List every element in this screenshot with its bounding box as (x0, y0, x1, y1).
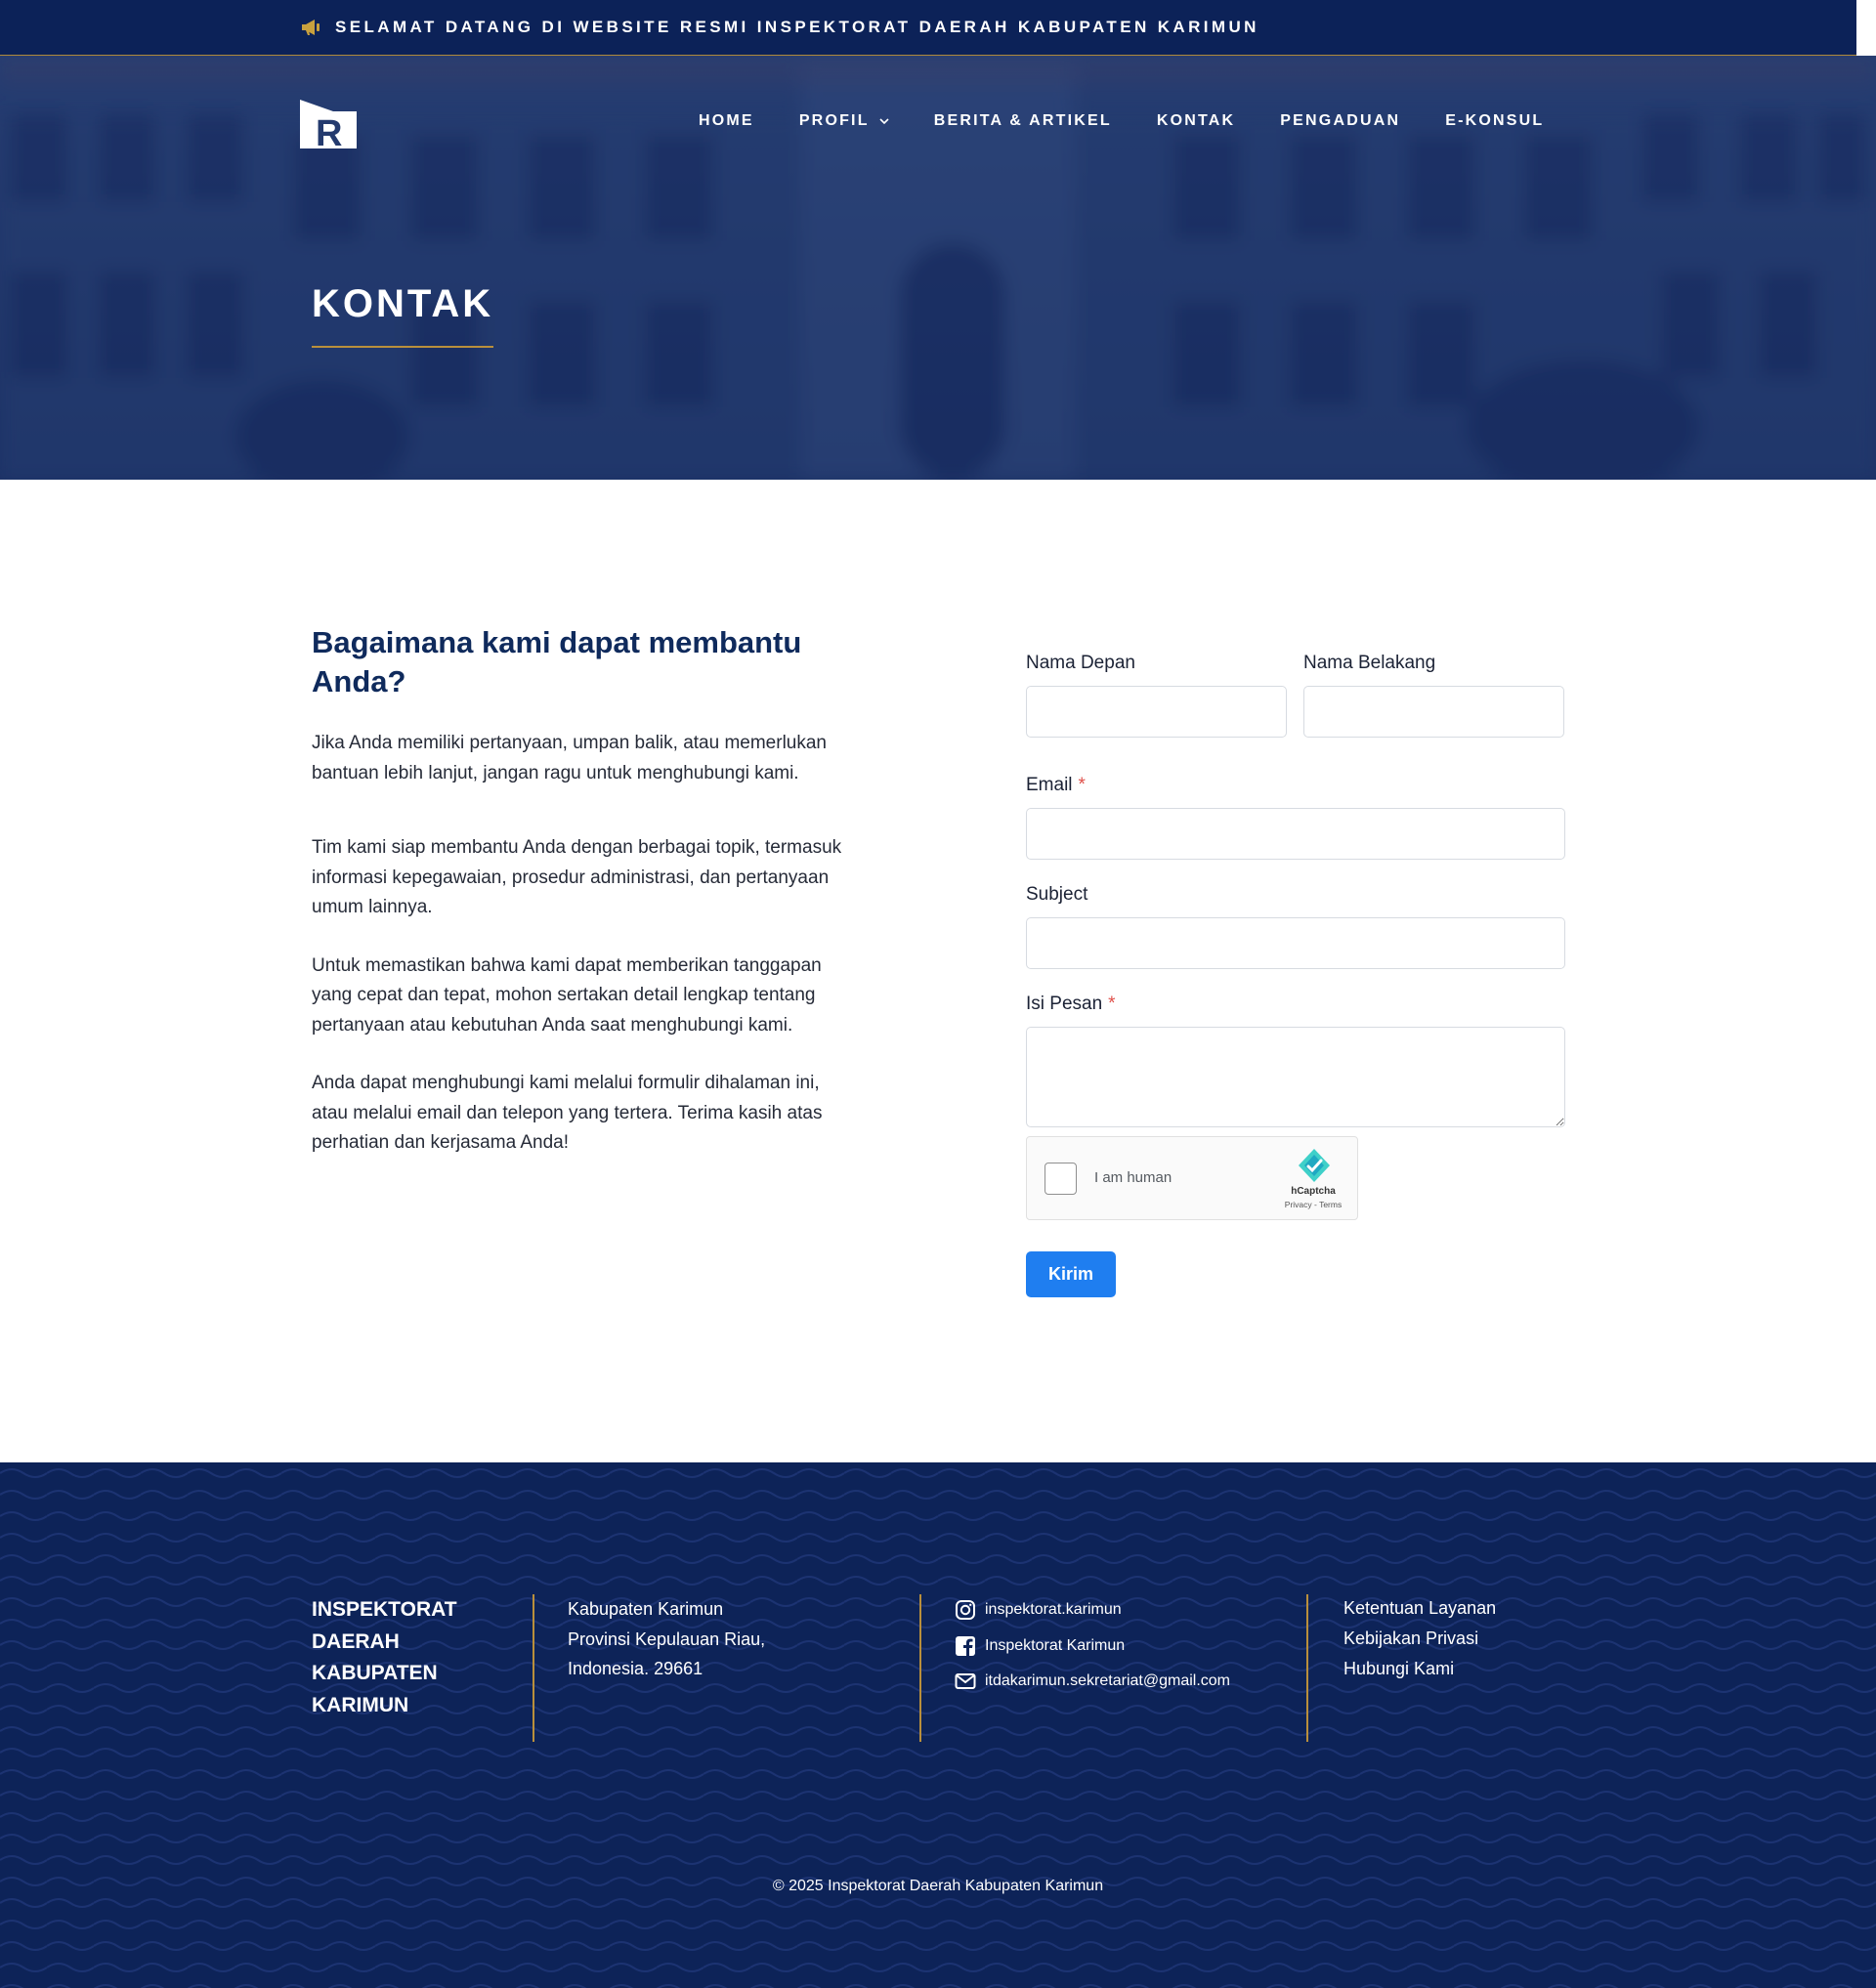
nav-e-konsul[interactable]: E-KONSUL (1445, 112, 1544, 130)
contact-form: Nama Depan Nama Belakang Email * Subject … (1026, 653, 1565, 1127)
first-name-group: Nama Depan (1026, 653, 1287, 738)
instagram-icon (956, 1600, 975, 1621)
captcha-brand: hCaptcha (1291, 1186, 1336, 1197)
nav-home-label: HOME (699, 112, 754, 129)
email-field[interactable] (1026, 808, 1565, 860)
announcement-bar: SELAMAT DATANG DI WEBSITE RESMI INSPEKTO… (0, 0, 1856, 56)
main-navigation: HOME PROFIL BERITA & ARTIKEL KONTAK PENG… (699, 112, 1544, 130)
footer-divider (919, 1594, 921, 1742)
subject-field[interactable] (1026, 917, 1565, 969)
footer-divider (533, 1594, 534, 1742)
email-group: Email * (1026, 775, 1565, 860)
nav-profil-label: PROFIL (798, 112, 870, 129)
facebook-link[interactable]: Inspektorat Karimun (955, 1628, 1230, 1665)
site-footer: INSPEKTORAT DAERAH KABUPATEN KARIMUN Kab… (0, 1462, 1876, 1988)
message-label: Isi Pesan * (1026, 994, 1565, 1027)
captcha-privacy-terms[interactable]: Privacy - Terms (1275, 1200, 1351, 1209)
footer-address: Kabupaten Karimun Provinsi Kepulauan Ria… (568, 1594, 765, 1684)
intro-paragraph: Anda dapat menghubungi kami melalui form… (312, 1073, 823, 1153)
captcha-label: I am human (1094, 1169, 1172, 1186)
footer-link-contact[interactable]: Hubungi Kami (1343, 1654, 1496, 1684)
address-line: Provinsi Kepulauan Riau, (568, 1628, 766, 1649)
intro-section: Bagaimana kami dapat membantu Anda? Jika… (312, 623, 859, 1159)
footer-divider (1306, 1594, 1308, 1742)
copyright-text: © 2025 Inspektorat Daerah Kabupaten Kari… (772, 1878, 1104, 1894)
page-title: KONTAK (312, 282, 494, 325)
nav-berita-label: BERITA & ARTIKEL (933, 112, 1112, 129)
intro-paragraph: Jika Anda memiliki pertanyaan, umpan bal… (312, 733, 827, 783)
email-label: Email * (1026, 775, 1565, 808)
footer-wave-pattern (0, 1462, 1876, 1988)
message-label-text: Isi Pesan (1026, 994, 1103, 1014)
nav-pengaduan-label: PENGADUAN (1280, 112, 1401, 129)
last-name-label: Nama Belakang (1303, 653, 1436, 673)
site-logo[interactable]: R (300, 100, 357, 148)
footer-org-name: INSPEKTORAT DAERAH KABUPATEN KARIMUN (312, 1598, 457, 1716)
nav-berita-artikel[interactable]: BERITA & ARTIKEL (934, 112, 1112, 130)
email-address-label: itdakarimun.sekretariat@gmail.com (985, 1672, 1230, 1690)
hero-section: R HOME PROFIL BERITA & ARTIKEL KONTAK PE… (0, 56, 1876, 480)
first-name-label: Nama Depan (1026, 653, 1135, 673)
nav-pengaduan[interactable]: PENGADUAN (1280, 112, 1400, 130)
address-line: Kabupaten Karimun (568, 1599, 724, 1619)
subject-group: Subject (1026, 884, 1565, 969)
intro-heading: Bagaimana kami dapat membantu Anda? (312, 625, 802, 698)
title-underline (312, 346, 493, 348)
hcaptcha-logo-icon (1299, 1149, 1330, 1182)
intro-paragraph: Tim kami siap membantu Anda dengan berba… (312, 837, 842, 917)
required-mark: * (1078, 775, 1086, 795)
last-name-group: Nama Belakang (1303, 653, 1564, 738)
facebook-label: Inspektorat Karimun (985, 1636, 1126, 1654)
submit-button[interactable]: Kirim (1026, 1251, 1116, 1297)
footer-social-links: inspektorat.karimun Inspektorat Karimun … (955, 1592, 1230, 1700)
nav-e-konsul-label: E-KONSUL (1445, 112, 1545, 129)
first-name-field[interactable] (1026, 686, 1287, 738)
chevron-down-icon (879, 117, 889, 124)
required-mark: * (1108, 994, 1116, 1014)
captcha-checkbox[interactable] (1045, 1163, 1077, 1195)
nav-profil[interactable]: PROFIL (799, 112, 889, 130)
hcaptcha-widget: I am human hCaptcha Privacy - Terms (1026, 1136, 1358, 1220)
instagram-link[interactable]: inspektorat.karimun (955, 1592, 1230, 1628)
nav-kontak[interactable]: KONTAK (1157, 112, 1235, 130)
last-name-field[interactable] (1303, 686, 1564, 738)
envelope-icon (955, 1673, 976, 1690)
megaphone-icon (302, 20, 320, 35)
footer-link-privacy[interactable]: Kebijakan Privasi (1343, 1624, 1496, 1654)
name-row: Nama Depan Nama Belakang (1026, 653, 1565, 738)
subject-label: Subject (1026, 884, 1088, 905)
email-link[interactable]: itdakarimun.sekretariat@gmail.com (955, 1664, 1230, 1700)
announcement-content: SELAMAT DATANG DI WEBSITE RESMI INSPEKTO… (300, 0, 1259, 55)
message-group: Isi Pesan * (1026, 994, 1565, 1127)
announcement-text: SELAMAT DATANG DI WEBSITE RESMI INSPEKTO… (335, 18, 1259, 36)
nav-home[interactable]: HOME (699, 112, 754, 130)
address-line: Indonesia. 29661 (568, 1659, 704, 1678)
footer-links: Ketentuan Layanan Kebijakan Privasi Hubu… (1343, 1593, 1496, 1684)
instagram-label: inspektorat.karimun (985, 1601, 1122, 1619)
intro-paragraph: Untuk memastikan bahwa kami dapat member… (312, 954, 822, 1036)
facebook-icon (956, 1635, 975, 1656)
logo-letter: R (316, 113, 342, 148)
nav-kontak-label: KONTAK (1156, 112, 1236, 129)
email-label-text: Email (1026, 775, 1073, 795)
message-textarea[interactable] (1026, 1027, 1565, 1127)
footer-link-terms[interactable]: Ketentuan Layanan (1343, 1593, 1496, 1624)
